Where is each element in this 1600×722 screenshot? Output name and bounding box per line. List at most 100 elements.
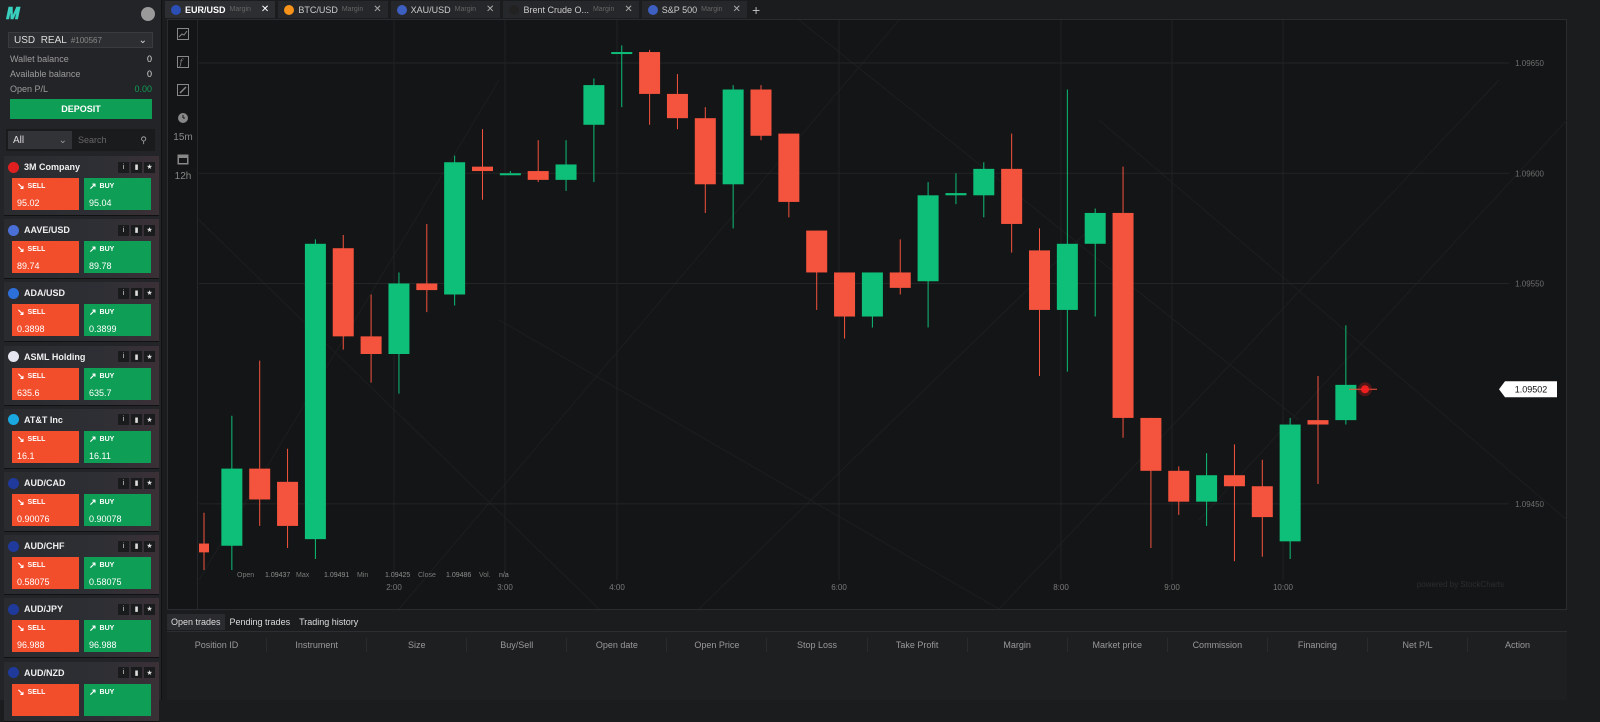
calendar-icon[interactable] (168, 147, 198, 171)
chart-icon[interactable]: ▮ (131, 540, 142, 552)
trades-tab[interactable]: Pending trades (225, 614, 295, 630)
chart-icon[interactable]: ▮ (131, 667, 142, 679)
chart-icon[interactable]: ▮ (131, 603, 142, 615)
instrument-tab[interactable]: XAU/USD Margin ✕ (390, 1, 501, 18)
close-icon[interactable]: ✕ (261, 4, 269, 15)
table-column-header[interactable]: Market price (1068, 638, 1168, 652)
table-column-header[interactable]: Instrument (267, 638, 368, 652)
instrument-tab[interactable]: S&P 500 Margin ✕ (641, 1, 747, 18)
buy-button[interactable]: ↗ BUY 0.58075 (84, 557, 151, 590)
trades-tab[interactable]: Open trades (167, 614, 225, 630)
buy-button[interactable]: ↗ BUY 0.90078 (84, 494, 151, 526)
instrument-card[interactable]: AUD/NZD i ▮ ★ ↘ SELL ↗ BUY (4, 661, 159, 722)
star-icon[interactable]: ★ (144, 287, 155, 299)
info-icon[interactable]: i (118, 540, 129, 552)
table-column-header[interactable]: Action (1468, 638, 1567, 652)
buy-button[interactable]: ↗ BUY 95.04 (84, 178, 151, 210)
sell-button[interactable]: ↘ SELL 635.6 (12, 367, 79, 400)
chart-icon[interactable]: ▮ (131, 287, 142, 299)
sell-button[interactable]: ↘ SELL 95.02 (12, 178, 79, 210)
candle-body (499, 173, 521, 176)
search-icon: ⚲ (140, 134, 147, 145)
instrument-tab[interactable]: BTC/USD Margin ✕ (278, 1, 388, 18)
candlestick-chart[interactable]: 1.09450 1.09550 1.09600 1.09650 2:00 3:00 4:00… (199, 20, 1567, 609)
sell-button[interactable]: ↘ SELL 89.74 (12, 241, 79, 274)
app-logo[interactable]: 𝑴 (6, 4, 20, 24)
buy-button[interactable]: ↗ BUY 16.11 (84, 430, 151, 463)
table-column-header[interactable]: Open Price (667, 638, 768, 652)
indicators-icon[interactable]: f (168, 48, 198, 76)
table-column-header[interactable]: Position ID (167, 638, 268, 652)
drawing-tools-icon[interactable] (168, 76, 198, 104)
sell-button[interactable]: ↘ SELL 16.1 (12, 430, 79, 463)
chart-icon[interactable]: ▮ (131, 161, 142, 173)
buy-button[interactable]: ↗ BUY 0.3899 (84, 304, 151, 337)
instrument-card[interactable]: AUD/CHF i ▮ ★ ↘ SELL 0.58075 ↗ BUY 0.58075 (4, 535, 159, 596)
chart-icon[interactable]: ▮ (131, 224, 142, 236)
table-column-header[interactable]: Commission (1168, 638, 1268, 652)
info-icon[interactable]: i (118, 161, 129, 173)
table-column-header[interactable]: Financing (1268, 638, 1368, 652)
info-icon[interactable]: i (118, 667, 129, 679)
close-icon[interactable]: ✕ (373, 4, 381, 15)
close-icon[interactable]: ✕ (624, 4, 632, 15)
table-column-header[interactable]: Net P/L (1368, 638, 1469, 652)
instrument-card[interactable]: AAVE/USD i ▮ ★ ↘ SELL 89.74 ↗ BUY 89.78 (4, 219, 159, 280)
star-icon[interactable]: ★ (144, 603, 155, 615)
sell-button[interactable]: ↘ SELL 0.90076 (12, 494, 79, 526)
info-icon[interactable]: i (118, 603, 129, 615)
table-column-header[interactable]: Buy/Sell (467, 638, 568, 652)
clock-icon[interactable] (168, 104, 198, 132)
table-column-header[interactable]: Open date (567, 638, 668, 652)
star-icon[interactable]: ★ (144, 477, 155, 489)
buy-button[interactable]: ↗ BUY 89.78 (84, 241, 151, 274)
buy-button[interactable]: ↗ BUY 635.7 (84, 367, 151, 400)
buy-button[interactable]: ↗ BUY 96.988 (84, 620, 151, 653)
sell-button[interactable]: ↘ SELL 0.3898 (12, 304, 79, 337)
table-column-header[interactable]: Stop Loss (767, 638, 868, 652)
chart-area[interactable]: f 15m 12h 1.09450 1.09550 1.09600 1.09650 2:… (167, 19, 1567, 610)
instrument-card[interactable]: AT&T Inc i ▮ ★ ↘ SELL 16.1 ↗ BUY 16.11 (4, 408, 159, 469)
interval-12h[interactable]: 12h (168, 171, 198, 182)
close-icon[interactable]: ✕ (486, 4, 494, 15)
table-column-header[interactable]: Take Profit (868, 638, 968, 652)
instrument-card[interactable]: 3M Company i ▮ ★ ↘ SELL 95.02 ↗ BUY 95.04 (4, 156, 159, 216)
info-icon[interactable]: i (118, 477, 129, 489)
info-icon[interactable]: i (118, 287, 129, 299)
chart-type-icon[interactable] (168, 20, 198, 48)
info-icon[interactable]: i (118, 414, 129, 426)
star-icon[interactable]: ★ (144, 161, 155, 173)
instrument-card[interactable]: ASML Holding i ▮ ★ ↘ SELL 635.6 ↗ BUY 635.7 (4, 345, 159, 406)
user-account-icon[interactable] (141, 7, 155, 21)
chart-icon[interactable]: ▮ (131, 477, 142, 489)
sell-button[interactable]: ↘ SELL 0.58075 (12, 557, 79, 590)
star-icon[interactable]: ★ (144, 414, 155, 426)
star-icon[interactable]: ★ (144, 224, 155, 236)
x-tick-label: 9:00 (1164, 583, 1180, 592)
account-selector[interactable]: USD REAL #100567 ⌄ (8, 32, 153, 48)
buy-label: BUY (99, 499, 115, 506)
chart-icon[interactable]: ▮ (131, 414, 142, 426)
star-icon[interactable]: ★ (144, 351, 155, 363)
instrument-card[interactable]: AUD/JPY i ▮ ★ ↘ SELL 96.988 ↗ BUY 96.988 (4, 598, 159, 659)
info-icon[interactable]: i (118, 224, 129, 236)
info-icon[interactable]: i (118, 351, 129, 363)
instrument-card[interactable]: AUD/CAD i ▮ ★ ↘ SELL 0.90076 ↗ BUY 0.90078 (4, 472, 159, 532)
table-column-header[interactable]: Size (367, 638, 468, 652)
category-filter-select[interactable]: All ⌄ (8, 131, 72, 149)
instrument-tab[interactable]: EUR/USD Margin ✕ (165, 1, 276, 18)
wallet-balance-value: 0 (146, 53, 152, 64)
star-icon[interactable]: ★ (144, 667, 155, 679)
star-icon[interactable]: ★ (144, 540, 155, 552)
chart-icon[interactable]: ▮ (131, 351, 142, 363)
add-tab-icon[interactable]: + (752, 2, 760, 18)
trades-tab[interactable]: Trading history (295, 614, 363, 630)
instrument-tab[interactable]: Brent Crude O... Margin ✕ (503, 1, 639, 18)
instrument-card[interactable]: ADA/USD i ▮ ★ ↘ SELL 0.3898 ↗ BUY 0.3899 (4, 282, 159, 343)
sell-button[interactable]: ↘ SELL 96.988 (12, 620, 79, 653)
instrument-search-input[interactable]: Search ⚲ (72, 131, 153, 149)
close-icon[interactable]: ✕ (733, 4, 741, 15)
table-column-header[interactable]: Margin (968, 638, 1068, 652)
deposit-button[interactable]: DEPOSIT (10, 99, 152, 119)
interval-15m[interactable]: 15m (168, 132, 198, 143)
